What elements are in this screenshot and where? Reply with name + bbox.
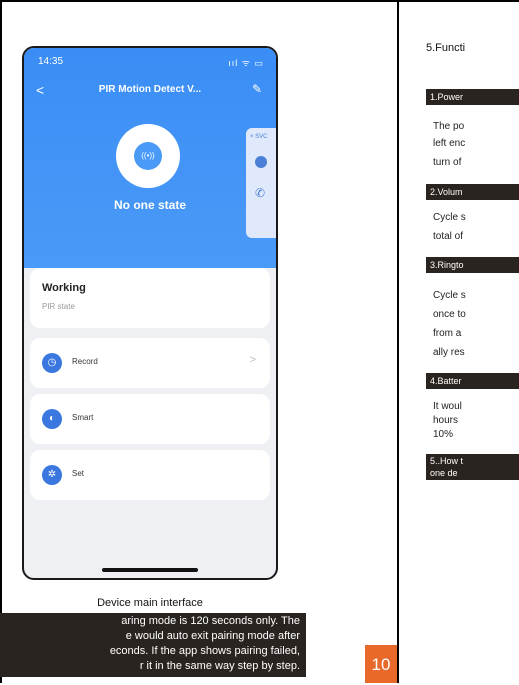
note-line: e would auto exit pairing mode after xyxy=(125,630,300,642)
phone-screenshot: 14:35 ııl ᯤ ▭ < PIR Motion Detect V... ✎… xyxy=(22,46,278,580)
item-heading: 3.Ringto xyxy=(426,257,519,273)
item-heading: 1.Power xyxy=(426,89,519,105)
clock-icon: ◷ xyxy=(42,353,62,373)
item-text: once to xyxy=(433,309,466,320)
item-heading: 5..How t one de xyxy=(426,454,519,480)
working-subtitle: PIR state xyxy=(42,302,75,311)
service-panel[interactable]: × SVC ✆ xyxy=(246,128,276,238)
menu-record[interactable]: ◷ Record > xyxy=(30,338,270,388)
toggle-icon: ◐ xyxy=(42,409,62,429)
item-heading-text: one de xyxy=(430,468,458,478)
chat-icon[interactable] xyxy=(255,156,267,168)
motion-sensor-icon: ((•)) xyxy=(134,142,162,170)
item-text: hours xyxy=(433,415,459,426)
column-divider xyxy=(397,0,399,683)
menu-smart[interactable]: ◐ Smart xyxy=(30,394,270,444)
item-heading-text: 5..How t xyxy=(430,456,464,466)
working-title: Working xyxy=(42,282,86,294)
item-heading: 2.Volum xyxy=(426,184,519,200)
note-line: r it in the same way step by step. xyxy=(139,660,300,672)
edit-icon[interactable]: ✎ xyxy=(252,82,262,96)
item-text: Cycle s xyxy=(433,212,466,223)
item-text: ally res xyxy=(433,347,465,358)
item-text: Cycle s xyxy=(433,290,466,301)
item-text: It woul xyxy=(433,401,462,412)
menu-label: Smart xyxy=(72,413,94,422)
section-title: 5.Functi xyxy=(426,42,466,54)
device-title: PIR Motion Detect V... xyxy=(98,84,202,95)
status-time: 14:35 xyxy=(38,56,64,67)
figure-caption: Device main interface xyxy=(97,597,203,609)
menu-set[interactable]: ✲ Set xyxy=(30,450,270,500)
item-text: The po xyxy=(433,121,465,132)
status-icons: ııl ᯤ ▭ xyxy=(228,58,264,68)
item-text: 10% xyxy=(433,429,454,440)
item-text: total of xyxy=(433,231,464,242)
page-frame-top xyxy=(0,0,519,2)
page-frame-left xyxy=(0,0,2,683)
item-heading: 4.Batter xyxy=(426,373,519,389)
page-number: 10 xyxy=(365,645,397,683)
item-text: left enc xyxy=(433,138,466,149)
item-text: turn of xyxy=(433,157,462,168)
gear-icon: ✲ xyxy=(42,465,62,485)
note-line: econds. If the app shows pairing failed, xyxy=(109,645,300,657)
menu-label: Set xyxy=(72,469,85,478)
sensor-badge: ((•)) xyxy=(116,124,180,188)
note-line: aring mode is 120 seconds only. The xyxy=(121,615,300,627)
pairing-note: aring mode is 120 seconds only. The e wo… xyxy=(0,613,306,677)
detection-state: No one state xyxy=(113,198,186,212)
chevron-right-icon: > xyxy=(249,354,256,366)
header-panel: 14:35 ııl ᯤ ▭ < PIR Motion Detect V... ✎… xyxy=(24,48,276,268)
item-text: from a xyxy=(433,328,462,339)
working-card: Working PIR state xyxy=(30,268,270,328)
svc-label[interactable]: × SVC xyxy=(250,134,268,140)
phone-icon[interactable]: ✆ xyxy=(255,186,265,200)
menu-label: Record xyxy=(72,357,98,366)
home-indicator xyxy=(102,568,198,572)
